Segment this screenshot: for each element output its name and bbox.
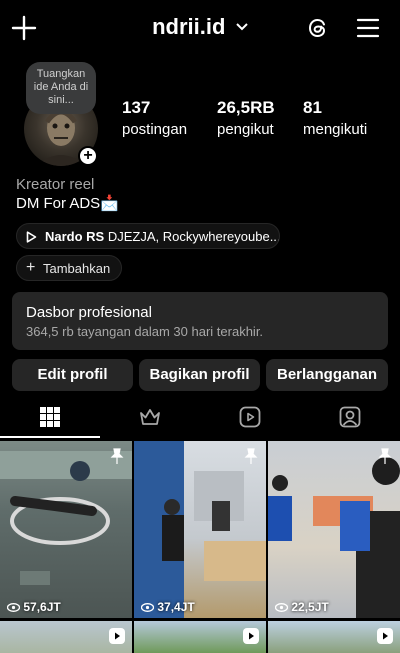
following-count: 81: [303, 98, 322, 117]
subscribe-button[interactable]: Berlangganan: [266, 359, 388, 391]
username: ndrii.id: [152, 14, 226, 39]
post-thumbnail[interactable]: [268, 621, 400, 653]
profile-category: Kreator reel: [16, 176, 95, 193]
view-count: 57,6JT: [6, 600, 61, 614]
account-switcher[interactable]: ndrii.id: [0, 14, 400, 40]
plus-icon: +: [26, 259, 36, 276]
chevron-down-icon: [236, 18, 248, 36]
top-bar: ndrii.id: [0, 0, 400, 58]
add-link-pill[interactable]: + Tambahkan: [16, 255, 122, 281]
profile-music-pill[interactable]: Nardo RS DJEZJA, Rockywhereyoube...: [16, 223, 280, 249]
tagged-icon: [339, 406, 361, 428]
view-count-value: 22,5JT: [291, 600, 329, 614]
reels-icon: [239, 406, 261, 428]
threads-icon[interactable]: [305, 15, 331, 41]
share-profile-button[interactable]: Bagikan profil: [139, 359, 260, 391]
view-count: 37,4JT: [140, 600, 195, 614]
add-story-icon[interactable]: +: [78, 146, 98, 166]
menu-icon[interactable]: [356, 17, 380, 39]
eye-icon: [140, 603, 155, 612]
play-icon: [26, 231, 37, 246]
following-label: mengikuti: [303, 121, 368, 138]
followers-label: pengikut: [217, 121, 274, 138]
posts-grid: 57,6JT 37,4JT 22,5JT: [0, 441, 400, 653]
music-artist: Nardo RS: [45, 229, 105, 244]
grid-icon: [40, 407, 60, 427]
professional-dashboard[interactable]: Dasbor profesional 364,5 rb tayangan dal…: [12, 292, 388, 350]
stat-followers[interactable]: 26,5RB pengikut: [217, 98, 275, 138]
view-count-value: 37,4JT: [157, 600, 195, 614]
pin-icon: [108, 447, 126, 470]
posts-count: 137: [122, 98, 151, 117]
pin-icon: [242, 447, 260, 470]
post-thumbnail[interactable]: 37,4JT: [134, 441, 266, 618]
active-tab-indicator: [0, 436, 100, 438]
eye-icon: [274, 603, 289, 612]
followers-count: 26,5RB: [217, 98, 275, 117]
tab-subscriber[interactable]: [100, 398, 200, 438]
tab-tagged[interactable]: [300, 398, 400, 438]
view-count-value: 57,6JT: [23, 600, 61, 614]
profile-bio: DM For ADS📩: [16, 195, 119, 212]
pin-icon: [376, 447, 394, 470]
tab-grid[interactable]: [0, 398, 100, 438]
stat-posts[interactable]: 137 postingan: [122, 98, 187, 138]
reels-icon: [108, 627, 126, 650]
eye-icon: [6, 603, 21, 612]
post-thumbnail[interactable]: [134, 621, 266, 653]
dashboard-title: Dasbor profesional: [26, 304, 152, 321]
add-label: Tambahkan: [43, 261, 111, 276]
tab-reels[interactable]: [200, 398, 300, 438]
stat-following[interactable]: 81 mengikuti: [303, 98, 367, 138]
reels-icon: [242, 627, 260, 650]
note-bubble[interactable]: Tuangkan ide Anda di sini...: [26, 62, 96, 114]
crown-icon: [140, 409, 160, 425]
post-thumbnail[interactable]: 57,6JT: [0, 441, 132, 618]
dashboard-subtitle: 364,5 rb tayangan dalam 30 hari terakhir…: [26, 324, 264, 339]
post-thumbnail[interactable]: [0, 621, 132, 653]
posts-label: postingan: [122, 121, 188, 138]
edit-profile-button[interactable]: Edit profil: [12, 359, 133, 391]
music-title: DJEZJA, Rockywhereyoube...: [107, 229, 280, 244]
profile-tabs: [0, 398, 400, 438]
reels-icon: [376, 627, 394, 650]
post-thumbnail[interactable]: 22,5JT: [268, 441, 400, 618]
view-count: 22,5JT: [274, 600, 329, 614]
